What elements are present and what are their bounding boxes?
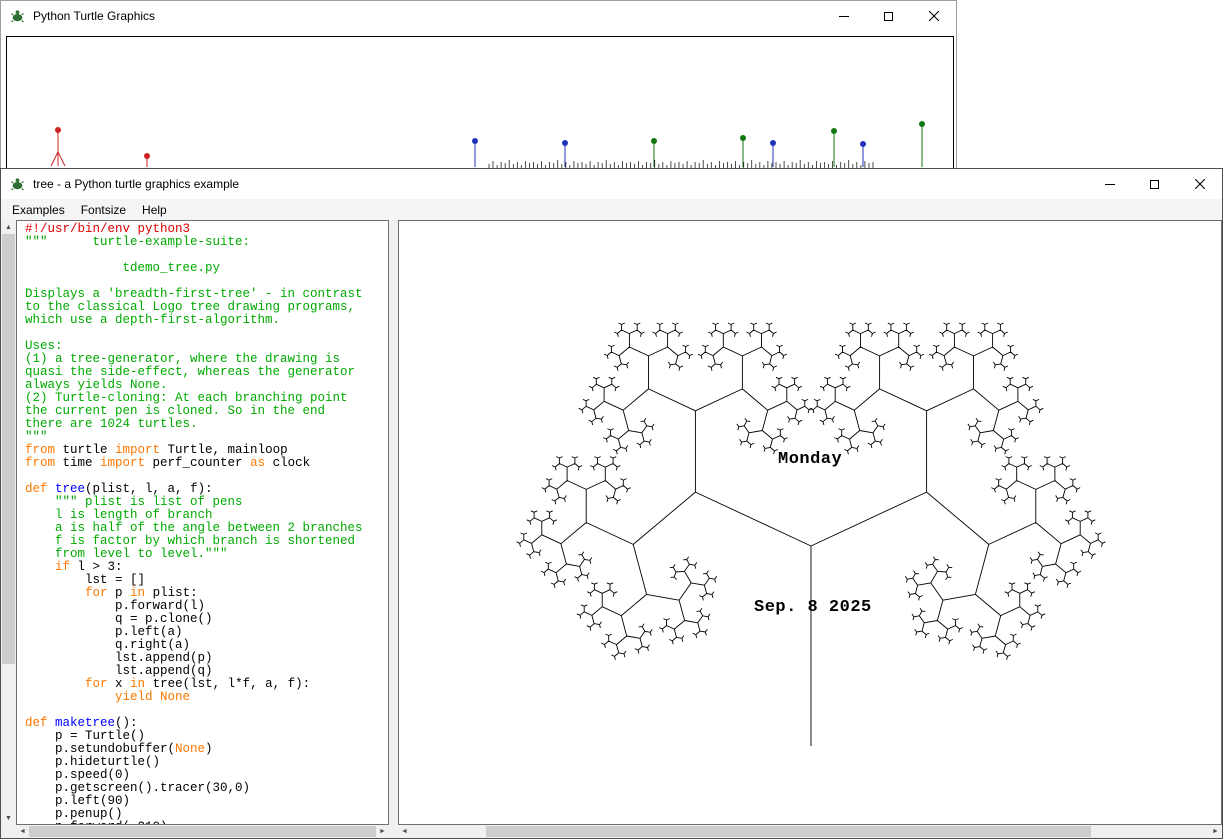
- menu-examples[interactable]: Examples: [4, 201, 73, 219]
- tree-close-button[interactable]: [1177, 169, 1222, 199]
- back-window-controls: [821, 1, 956, 31]
- canvas-label: Monday: [778, 450, 842, 469]
- minimize-icon: [1105, 184, 1115, 185]
- close-icon: [1195, 179, 1205, 189]
- maximize-icon: [1150, 180, 1159, 189]
- code-line: tdemo_tree.py: [25, 262, 388, 275]
- turtle-app-icon: [10, 9, 25, 24]
- back-minimize-button[interactable]: [821, 1, 866, 31]
- code-line: [25, 327, 388, 340]
- scroll-up-arrow[interactable]: ▲: [1, 220, 16, 234]
- window-content: ▲ ▼ #!/usr/bin/env python3""" turtle-exa…: [1, 220, 1222, 838]
- code-line: there are 1024 turtles.: [25, 418, 388, 431]
- back-window-titlebar[interactable]: Python Turtle Graphics: [1, 1, 956, 31]
- menubar: Examples Fontsize Help: [1, 199, 1222, 221]
- back-maximize-button[interactable]: [866, 1, 911, 31]
- turtle-app-icon: [10, 177, 25, 192]
- tree-maximize-button[interactable]: [1132, 169, 1177, 199]
- scroll-left-arrow[interactable]: ◄: [398, 825, 411, 838]
- source-code-pane[interactable]: #!/usr/bin/env python3""" turtle-example…: [16, 220, 389, 825]
- scroll-down-arrow[interactable]: ▼: [1, 811, 16, 825]
- code-text: #!/usr/bin/env python3""" turtle-example…: [25, 223, 388, 825]
- scroll-left-arrow[interactable]: ◄: [16, 825, 29, 838]
- code-vertical-scrollbar[interactable]: ▲ ▼: [1, 220, 16, 825]
- menu-fontsize[interactable]: Fontsize: [73, 201, 134, 219]
- back-window-title: Python Turtle Graphics: [33, 9, 155, 23]
- code-line: """ turtle-example-suite:: [25, 236, 388, 249]
- arrow-left-icon: ◄: [19, 828, 26, 835]
- back-close-button[interactable]: [911, 1, 956, 31]
- tree-canvas-svg: [399, 221, 1221, 824]
- code-line: from time import perf_counter as clock: [25, 457, 388, 470]
- horizontal-scrollbar-thumb[interactable]: [486, 826, 1091, 837]
- tree-minimize-button[interactable]: [1087, 169, 1132, 199]
- minimize-icon: [839, 16, 849, 17]
- scrollbar-corner: [1, 825, 16, 838]
- code-line: yield None: [25, 691, 388, 704]
- turtle-graphics-canvas: Monday Sep. 8 2025: [398, 220, 1222, 825]
- maximize-icon: [884, 12, 893, 21]
- canvas-horizontal-scrollbar[interactable]: ◄ ►: [398, 825, 1222, 838]
- arrow-left-icon: ◄: [401, 828, 408, 835]
- horizontal-scrollbar-thumb[interactable]: [29, 826, 376, 837]
- canvas-label: Sep. 8 2025: [754, 598, 872, 617]
- arrow-down-icon: ▼: [5, 815, 12, 822]
- tree-window-controls: [1087, 169, 1222, 199]
- tree-demo-window[interactable]: tree - a Python turtle graphics example …: [0, 168, 1223, 839]
- vertical-scrollbar-thumb[interactable]: [2, 234, 15, 664]
- scroll-right-arrow[interactable]: ►: [376, 825, 389, 838]
- code-line: which use a depth-first-algorithm.: [25, 314, 388, 327]
- close-icon: [929, 11, 939, 21]
- arrow-right-icon: ►: [379, 828, 386, 835]
- arrow-up-icon: ▲: [5, 224, 12, 231]
- menu-help[interactable]: Help: [134, 201, 175, 219]
- arrow-right-icon: ►: [1212, 828, 1219, 835]
- code-horizontal-scrollbar[interactable]: ◄ ►: [16, 825, 389, 838]
- tree-window-titlebar[interactable]: tree - a Python turtle graphics example: [1, 169, 1222, 199]
- tree-window-title: tree - a Python turtle graphics example: [33, 177, 239, 191]
- scroll-right-arrow[interactable]: ►: [1209, 825, 1222, 838]
